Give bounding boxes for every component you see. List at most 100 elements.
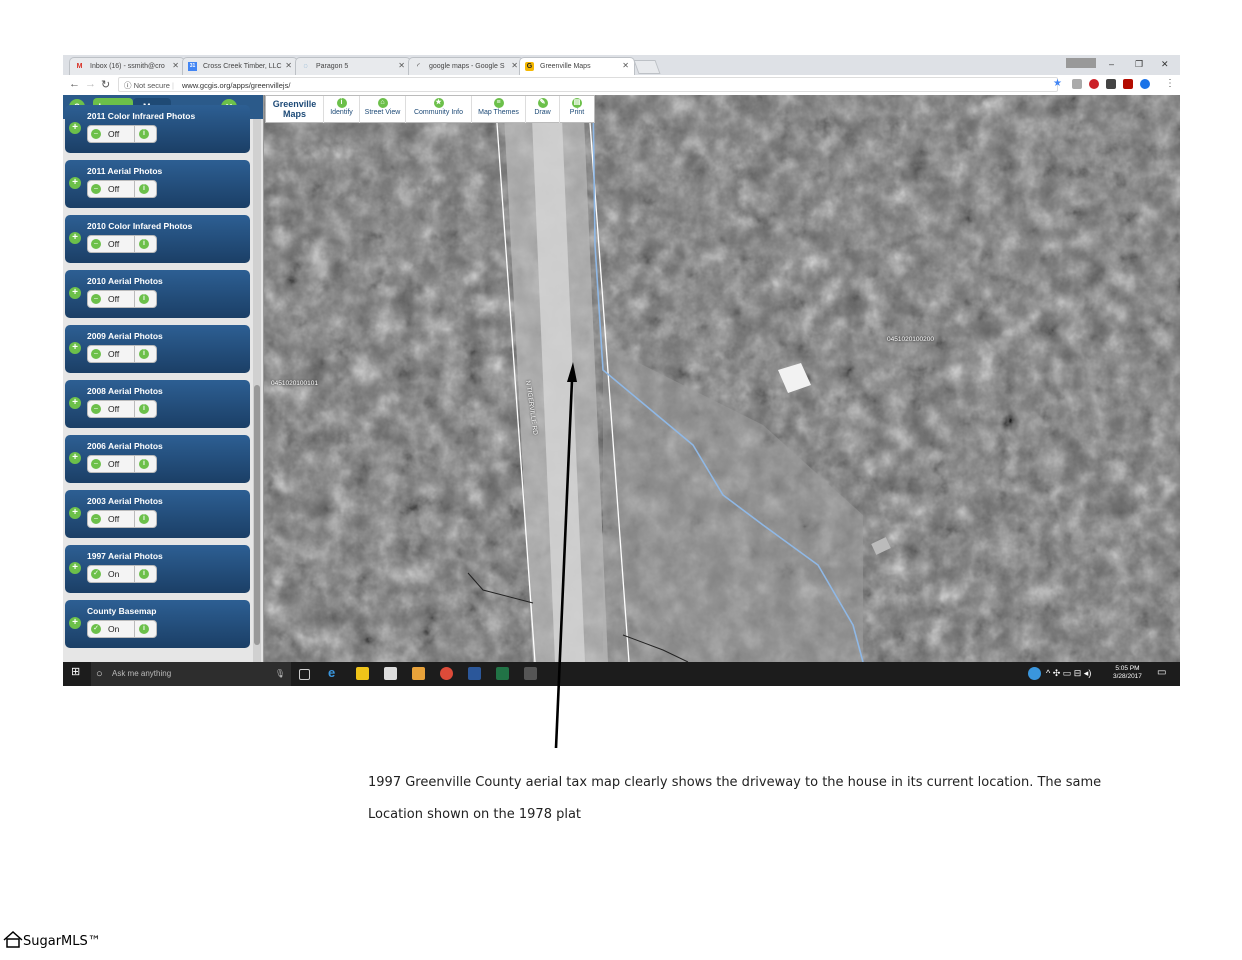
close-icon[interactable]: ✕ <box>511 61 518 70</box>
layer-toggle[interactable]: – Off i <box>87 180 157 198</box>
close-icon[interactable]: ✕ <box>622 61 629 70</box>
layer-toggle[interactable]: – Off i <box>87 290 157 308</box>
off-dot-icon: – <box>91 294 101 304</box>
user-profile-chip[interactable] <box>1066 58 1096 68</box>
minimize-icon[interactable]: – <box>1109 59 1114 69</box>
url-field[interactable]: ⓘ Not secure | www.gcgis.org/apps/greenv… <box>118 77 1058 92</box>
task-view-icon[interactable] <box>299 669 310 680</box>
pdf-extension-icon[interactable] <box>1123 79 1133 89</box>
file-explorer-icon[interactable] <box>356 667 369 680</box>
info-icon[interactable]: i <box>139 349 149 359</box>
tab-calendar[interactable]: 31 Cross Creek Timber, LLC ✕ <box>182 57 298 75</box>
windows-taskbar: ⊞ ○ Ask me anything 🎙 e ^ ✣ ▭ ⊟ ◂) 5:05 … <box>63 662 1180 686</box>
snipping-tool-icon[interactable] <box>524 667 537 680</box>
glasses-extension-icon[interactable] <box>1106 79 1116 89</box>
layer-toggle[interactable]: – Off i <box>87 235 157 253</box>
draw-button[interactable]: ✎ Draw <box>526 96 560 123</box>
store-icon[interactable] <box>384 667 397 680</box>
expand-icon[interactable]: + <box>69 287 81 299</box>
layer-card: +2010 Color Infared Photos – Off i <box>65 215 250 263</box>
tab-paragon[interactable]: ◌ Paragon 5 ✕ <box>295 57 411 75</box>
info-icon[interactable]: i <box>139 624 149 634</box>
taskbar-clock[interactable]: 5:05 PM 3/28/2017 <box>1113 665 1142 681</box>
word-icon[interactable] <box>468 667 481 680</box>
expand-icon[interactable]: + <box>69 452 81 464</box>
media-player-icon[interactable] <box>412 667 425 680</box>
expand-icon[interactable]: + <box>69 617 81 629</box>
microphone-icon[interactable]: 🎙 <box>275 662 285 686</box>
windows-start-icon[interactable]: ⊞ <box>71 665 84 678</box>
checkmark-icon: ✓ <box>91 624 101 634</box>
bookmark-star-icon[interactable]: ★ <box>1053 78 1062 89</box>
brand-line-2: Maps <box>282 109 306 119</box>
chrome-icon[interactable] <box>440 667 453 680</box>
expand-icon[interactable]: + <box>69 122 81 134</box>
menu-icon[interactable]: ⋮ <box>1165 78 1175 89</box>
expand-icon[interactable]: + <box>69 562 81 574</box>
notification-app-icon[interactable] <box>1028 667 1041 680</box>
tab-gmail[interactable]: M Inbox (16) - ssmith@cro ✕ <box>69 57 185 75</box>
sugarmls-logo: SugarMLS™ <box>3 930 101 949</box>
layer-toggle[interactable]: – Off i <box>87 345 157 363</box>
print-icon: ▤ <box>572 98 582 108</box>
tab-greenville-maps[interactable]: G Greenville Maps ✕ <box>519 57 635 75</box>
edge-icon[interactable]: e <box>328 665 341 680</box>
info-icon[interactable]: i <box>139 129 149 139</box>
close-icon[interactable]: ✕ <box>172 61 179 70</box>
info-icon[interactable]: i <box>139 459 149 469</box>
info-icon[interactable]: i <box>139 404 149 414</box>
layer-card: + County Basemap ✓ On i <box>65 600 250 648</box>
identify-button[interactable]: i Identify <box>324 96 360 123</box>
pinterest-icon[interactable] <box>1089 79 1099 89</box>
map-toolbar: Greenville Maps i Identify ⌂ Street View… <box>265 95 595 123</box>
info-icon: i <box>336 98 347 108</box>
extension-icon[interactable] <box>1072 79 1082 89</box>
panel-scrollbar-thumb[interactable] <box>254 385 260 645</box>
close-icon[interactable]: ✕ <box>285 61 292 70</box>
new-tab-button[interactable] <box>633 60 661 74</box>
address-bar: ← → ↻ ⓘ Not secure | www.gcgis.org/apps/… <box>63 75 1180 96</box>
community-info-button[interactable]: ★ Community Info <box>406 96 472 123</box>
street-view-button[interactable]: ⌂ Street View <box>360 96 406 123</box>
info-icon[interactable]: i <box>139 569 149 579</box>
map-themes-button[interactable]: ≡ Map Themes <box>472 96 526 123</box>
restore-icon[interactable]: ❐ <box>1135 59 1143 70</box>
layer-toggle[interactable]: – Off i <box>87 125 157 143</box>
layer-card: +2006 Aerial Photos – Off i <box>65 435 250 483</box>
loading-icon: ◜ <box>417 63 420 70</box>
print-button[interactable]: ▤ Print <box>560 96 594 123</box>
toggle-state: Off <box>108 239 120 249</box>
reload-icon[interactable]: ↻ <box>101 78 110 91</box>
close-icon[interactable]: ✕ <box>398 61 405 70</box>
info-icon[interactable]: i <box>139 514 149 524</box>
forward-icon[interactable]: → <box>85 78 96 90</box>
expand-icon[interactable]: + <box>69 397 81 409</box>
expand-icon[interactable]: + <box>69 342 81 354</box>
info-icon[interactable]: i <box>139 239 149 249</box>
system-tray-icons[interactable]: ^ ✣ ▭ ⊟ ◂) <box>1046 668 1091 679</box>
toggle-state: On <box>108 624 120 634</box>
layer-toggle[interactable]: ✓ On i <box>87 620 157 638</box>
layer-toggle[interactable]: – Off i <box>87 400 157 418</box>
tool-label: Street View <box>364 109 401 116</box>
layer-toggle[interactable]: ✓ On i <box>87 565 157 583</box>
tab-google-maps[interactable]: ◜ google maps - Google S ✕ <box>408 57 524 75</box>
expand-icon[interactable]: + <box>69 177 81 189</box>
cortana-search-input[interactable]: ○ Ask me anything 🎙 <box>91 662 291 686</box>
tool-label: Map Themes <box>478 109 519 116</box>
back-icon[interactable]: ← <box>69 78 80 90</box>
expand-icon[interactable]: + <box>69 232 81 244</box>
hp-extension-icon[interactable] <box>1140 79 1150 89</box>
publisher-icon[interactable] <box>496 667 509 680</box>
expand-icon[interactable]: + <box>69 507 81 519</box>
layer-title: County Basemap <box>87 606 157 616</box>
info-icon[interactable]: ⓘ <box>124 81 132 90</box>
layer-toggle[interactable]: – Off i <box>87 510 157 528</box>
toggle-state: Off <box>108 184 120 194</box>
layer-toggle[interactable]: – Off i <box>87 455 157 473</box>
action-center-icon[interactable]: ▭ <box>1157 667 1166 678</box>
map-viewport[interactable]: 0451020100101 0451020100200 N TIGERVILLE… <box>63 95 1180 662</box>
info-icon[interactable]: i <box>139 294 149 304</box>
close-window-icon[interactable]: ✕ <box>1161 59 1169 70</box>
info-icon[interactable]: i <box>139 184 149 194</box>
